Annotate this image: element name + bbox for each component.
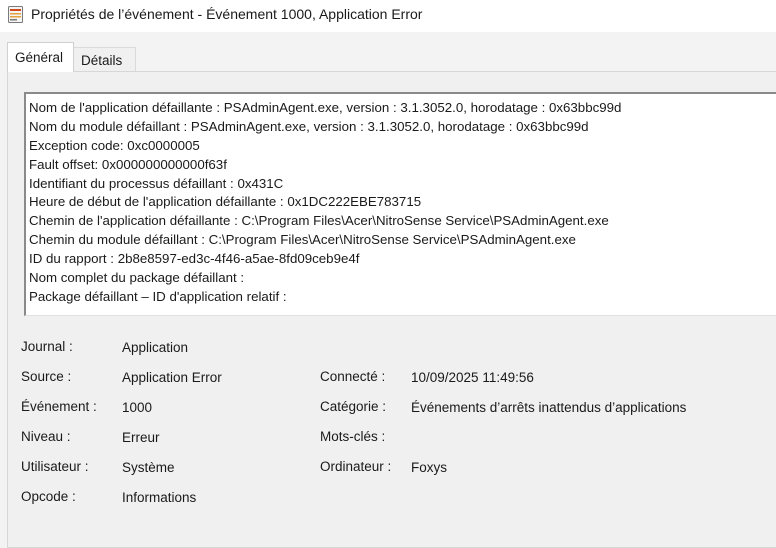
event-id-label: Événement : xyxy=(21,399,97,414)
description-line: Heure de début de l'application défailla… xyxy=(29,194,422,209)
tab-details[interactable]: Détails xyxy=(74,47,136,72)
opcode-value[interactable]: Informations xyxy=(122,490,196,505)
description-line: Chemin du module défaillant : C:\Program… xyxy=(29,232,576,247)
logged-label: Connecté : xyxy=(320,369,386,384)
user-label: Utilisateur : xyxy=(21,459,89,474)
description-line: Package défaillant – ID d'application re… xyxy=(29,289,287,304)
title-bar[interactable]: Propriétés de l’événement - Événement 10… xyxy=(0,0,776,32)
source-label: Source : xyxy=(21,369,72,384)
event-description-box[interactable]: Nom de l'application défaillante : PSAdm… xyxy=(24,92,776,316)
description-line: ID du rapport : 2b8e8597-ed3c-4f46-a5ae-… xyxy=(29,251,360,266)
window-title: Propriétés de l’événement - Événement 10… xyxy=(31,6,423,22)
category-value[interactable]: Événements d’arrêts inattendus d’applica… xyxy=(411,400,686,415)
general-panel: Nom de l'application défaillante : PSAdm… xyxy=(7,71,776,548)
event-viewer-icon xyxy=(8,6,23,23)
description-line: Nom complet du package défaillant : xyxy=(29,270,245,285)
description-line: Nom de l'application défaillante : PSAdm… xyxy=(29,100,622,115)
computer-value[interactable]: Foxys xyxy=(411,460,447,475)
level-value[interactable]: Erreur xyxy=(122,430,160,445)
category-label: Catégorie : xyxy=(320,399,387,414)
description-line: Identifiant du processus défaillant : 0x… xyxy=(29,176,284,191)
description-line: Nom du module défaillant : PSAdminAgent.… xyxy=(29,119,589,134)
logged-value[interactable]: 10/09/2025 11:49:56 xyxy=(411,370,534,385)
description-line: Fault offset: 0x000000000000f63f xyxy=(29,157,227,172)
description-line: Chemin de l'application défaillante : C:… xyxy=(29,213,609,228)
tab-general[interactable]: Général xyxy=(7,42,74,72)
user-value[interactable]: Système xyxy=(122,460,175,475)
keywords-label: Mots-clés : xyxy=(320,429,386,444)
opcode-label: Opcode : xyxy=(21,489,76,504)
level-label: Niveau : xyxy=(21,429,71,444)
journal-label: Journal : xyxy=(21,339,73,354)
computer-label: Ordinateur : xyxy=(320,459,392,474)
journal-value[interactable]: Application xyxy=(122,340,188,355)
description-line: Exception code: 0xc0000005 xyxy=(29,138,200,153)
source-value[interactable]: Application Error xyxy=(122,370,222,385)
event-id-value[interactable]: 1000 xyxy=(122,400,152,415)
